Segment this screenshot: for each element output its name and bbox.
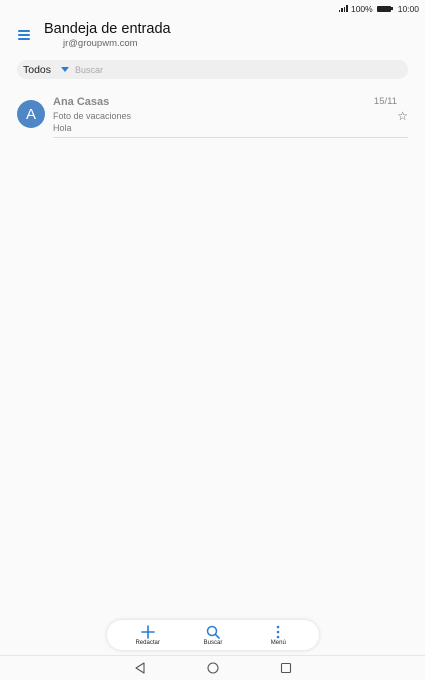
star-icon[interactable]: ☆ [397,109,408,123]
more-vertical-icon [275,624,281,639]
status-bar: 100% 10:00 [0,0,425,17]
filter-bar: Todos [17,60,408,79]
battery-icon [376,5,393,12]
menu-button[interactable]: Menú [253,624,303,646]
plus-icon [140,624,155,639]
search-icon [206,624,220,639]
signal-icon [338,5,348,12]
message-preview: Hola [53,123,72,133]
compose-button[interactable]: Redactar [123,624,173,646]
search-label: Buscar [203,640,223,646]
message-sender: Ana Casas [53,96,110,108]
list-item[interactable]: A Ana Casas Foto de vacaciones Hola 15/1… [17,91,408,138]
compose-label: Redactar [135,640,160,646]
filter-label[interactable]: Todos [23,64,51,76]
search-input[interactable] [75,64,376,75]
account-email: jr@groupwm.com [63,38,138,49]
menu-label: Menú [270,640,286,646]
app-header: Bandeja de entrada jr@groupwm.com [0,19,425,51]
system-nav-bar [0,655,425,680]
back-icon[interactable] [131,659,149,677]
chevron-down-icon[interactable] [61,67,70,72]
home-icon[interactable] [204,659,222,677]
message-subject: Foto de vacaciones [53,111,132,121]
bottom-action-bar: Redactar Buscar Menú [107,620,319,650]
divider [53,137,408,138]
page-title: Bandeja de entrada [44,21,171,37]
message-date: 15/11 [373,96,397,107]
recents-icon[interactable] [277,659,295,677]
battery-percent: 100% [350,3,373,14]
menu-icon[interactable] [17,27,33,41]
search-button[interactable]: Buscar [188,624,238,646]
clock: 10:00 [397,3,419,14]
avatar: A [17,100,45,128]
